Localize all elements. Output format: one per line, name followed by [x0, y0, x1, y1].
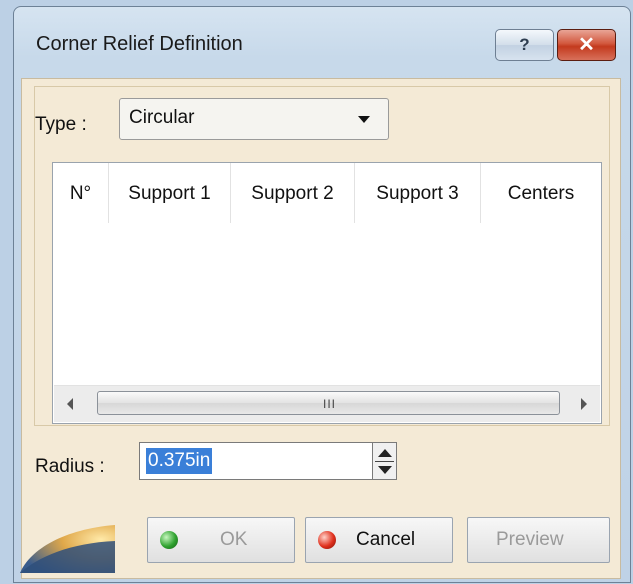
table-header: N° Support 1 Support 2 Support 3 Centers	[53, 163, 601, 225]
title-bar[interactable]: Corner Relief Definition ? ✕	[14, 7, 630, 77]
catia-logo-icon	[20, 521, 115, 573]
close-button[interactable]: ✕	[557, 29, 616, 61]
spinner-divider	[375, 461, 394, 462]
radius-label: Radius :	[35, 456, 105, 477]
type-label: Type :	[35, 114, 87, 135]
column-header-support-1[interactable]: Support 1	[109, 163, 231, 223]
horizontal-scrollbar[interactable]: III	[54, 385, 600, 422]
radius-spinner[interactable]	[372, 442, 397, 480]
chevron-down-icon	[358, 116, 370, 123]
help-button[interactable]: ?	[495, 29, 554, 61]
type-dropdown-value: Circular	[129, 107, 195, 128]
cancel-status-icon	[318, 531, 336, 549]
spin-down-icon[interactable]	[378, 466, 392, 474]
column-header-support-2[interactable]: Support 2	[231, 163, 355, 223]
preview-button-label: Preview	[496, 529, 564, 550]
scroll-left-icon[interactable]	[67, 398, 73, 410]
preview-button[interactable]: Preview	[467, 517, 610, 563]
ok-button-label: OK	[220, 529, 248, 550]
spin-up-icon[interactable]	[378, 449, 392, 457]
scroll-right-icon[interactable]	[581, 398, 587, 410]
scrollbar-grip: III	[323, 397, 337, 411]
scrollbar-thumb[interactable]: III	[97, 391, 560, 415]
supports-table[interactable]: N° Support 1 Support 2 Support 3 Centers…	[52, 162, 602, 424]
ok-status-icon	[160, 531, 178, 549]
column-header-number[interactable]: N°	[53, 163, 109, 223]
column-header-centers[interactable]: Centers	[481, 163, 601, 223]
column-header-support-3[interactable]: Support 3	[355, 163, 481, 223]
radius-value: 0.375in	[146, 448, 213, 474]
ok-button[interactable]: OK	[147, 517, 295, 563]
cancel-button[interactable]: Cancel	[305, 517, 453, 563]
cancel-button-label: Cancel	[356, 529, 416, 550]
dialog-title: Corner Relief Definition	[36, 33, 243, 55]
type-dropdown[interactable]: Circular	[119, 98, 389, 140]
radius-input[interactable]: 0.375in	[139, 442, 373, 480]
